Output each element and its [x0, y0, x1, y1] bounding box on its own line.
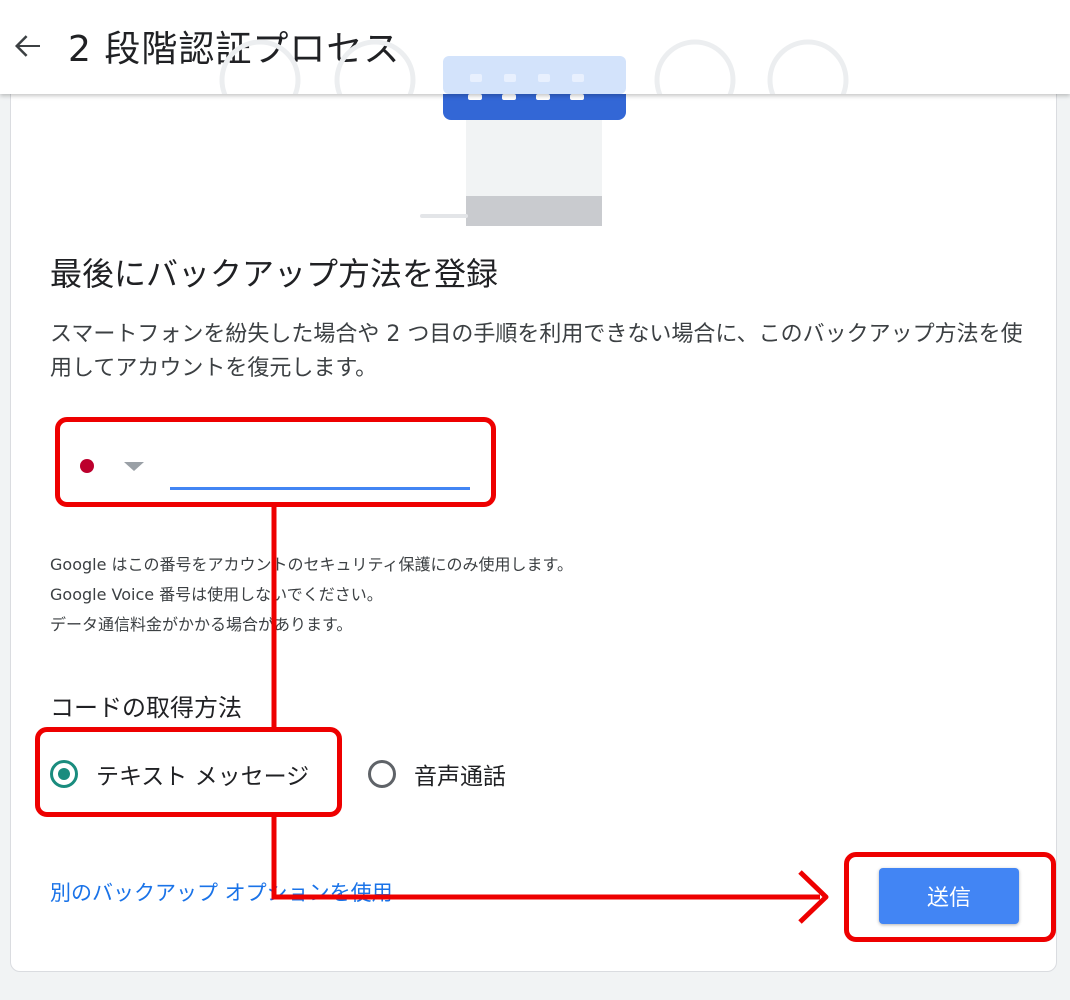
- note-data-charges: データ通信料金がかかる場合があります。: [50, 615, 353, 634]
- radio-voice-call-label: 音声通話: [414, 764, 506, 790]
- note-security: Google はこの番号をアカウントのセキュリティ保護にのみ使用します。: [50, 555, 573, 574]
- note-google-voice: Google Voice 番号は使用しないでください。: [50, 585, 383, 604]
- code-method-label: コードの取得方法: [50, 694, 242, 722]
- radio-text-message[interactable]: テキスト メッセージ: [50, 752, 309, 796]
- arrow-back-icon[interactable]: [10, 28, 46, 64]
- radio-checked-icon[interactable]: [50, 760, 78, 788]
- radio-unchecked-icon[interactable]: [368, 760, 396, 788]
- chevron-down-icon[interactable]: [124, 462, 144, 471]
- radio-text-message-label: テキスト メッセージ: [96, 764, 310, 790]
- radio-voice-call[interactable]: 音声通話: [368, 752, 506, 796]
- top-app-bar: 2 段階認証プロセス: [0, 0, 1070, 94]
- japan-flag-icon[interactable]: [80, 459, 94, 473]
- phone-number-input[interactable]: [170, 444, 470, 490]
- section-description: スマートフォンを紛失した場合や 2 つ目の手順を利用できない場合に、このバックア…: [50, 322, 1023, 381]
- section-heading: 最後にバックアップ方法を登録: [50, 255, 499, 293]
- backup-method-card: [10, 60, 1057, 972]
- page-title: 2 段階認証プロセス: [68, 29, 401, 70]
- phone-number-row: [60, 426, 490, 500]
- phone-usage-notes: Google はこの番号をアカウントのセキュリティ保護にのみ使用します。 Goo…: [50, 550, 573, 640]
- alt-backup-option-link[interactable]: 別のバックアップ オプションを使用: [50, 876, 393, 910]
- send-button[interactable]: 送信: [879, 868, 1019, 924]
